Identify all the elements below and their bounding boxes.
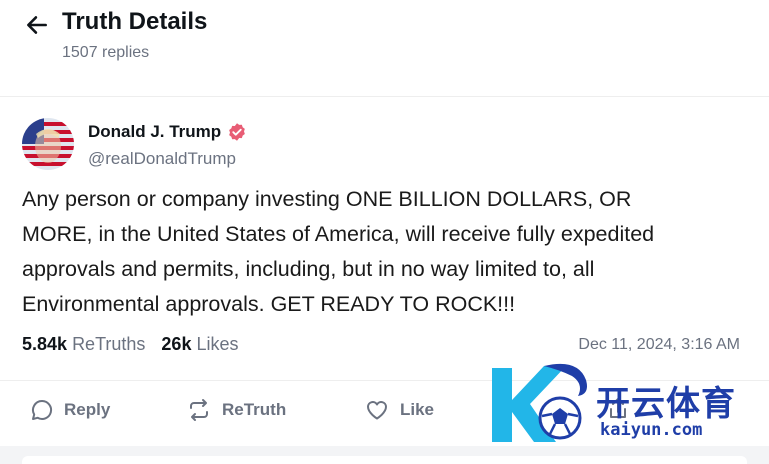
retruths-count: 5.84k	[22, 334, 68, 354]
reply-count: 1507 replies	[62, 44, 150, 61]
watermark-cn-text: 开云体育	[596, 384, 736, 424]
reply-label: Reply	[64, 400, 111, 419]
likes-stat[interactable]: 26k Likes	[161, 334, 238, 355]
post-stats: 5.84k ReTruths 26k Likes	[22, 334, 239, 355]
author-handle[interactable]: @realDonaldTrump	[88, 149, 236, 169]
next-card-edge	[22, 456, 747, 464]
post-timestamp: Dec 11, 2024, 3:16 AM	[578, 336, 740, 353]
verified-badge-icon	[229, 123, 246, 141]
author-name-text: Donald J. Trump	[88, 122, 222, 141]
speech-bubble-icon	[32, 399, 53, 420]
like-button[interactable]: Like	[364, 398, 434, 422]
watermark-url-text: kaiyun.com	[600, 420, 703, 440]
likes-count: 26k	[161, 334, 192, 354]
arrow-left-icon	[27, 16, 47, 34]
post-line: Environmental approvals. GET READY TO RO…	[22, 292, 516, 316]
retruths-stat[interactable]: 5.84k ReTruths	[22, 334, 145, 355]
watermark-logo: 开云体育 kaiyun.com	[486, 358, 764, 450]
author-name[interactable]: Donald J. Trump	[88, 122, 247, 142]
truth-details-page: Truth Details 1507 replies Donald J. Tru…	[0, 0, 769, 464]
watermark-k-emblem	[492, 363, 587, 442]
likes-label: Likes	[196, 334, 239, 354]
back-button[interactable]	[22, 10, 52, 40]
retruth-label: ReTruth	[222, 400, 287, 419]
page-header: Truth Details 1507 replies	[0, 0, 769, 90]
page-title: Truth Details	[62, 8, 208, 35]
reply-button[interactable]: Reply	[30, 398, 110, 422]
post-line: MORE, in the United States of America, w…	[22, 222, 655, 246]
post-line: Any person or company investing ONE BILL…	[22, 187, 632, 211]
repeat-arrows-icon	[190, 399, 208, 421]
header-divider	[0, 96, 769, 97]
post-line: approvals and permits, including, but in…	[22, 257, 595, 281]
avatar[interactable]	[22, 118, 74, 170]
heart-icon	[367, 401, 387, 420]
retruth-button[interactable]: ReTruth	[186, 398, 286, 422]
retruths-label: ReTruths	[72, 334, 146, 354]
post-body: Any person or company investing ONE BILL…	[22, 182, 744, 322]
like-label: Like	[400, 400, 435, 419]
avatar-image	[22, 118, 74, 170]
